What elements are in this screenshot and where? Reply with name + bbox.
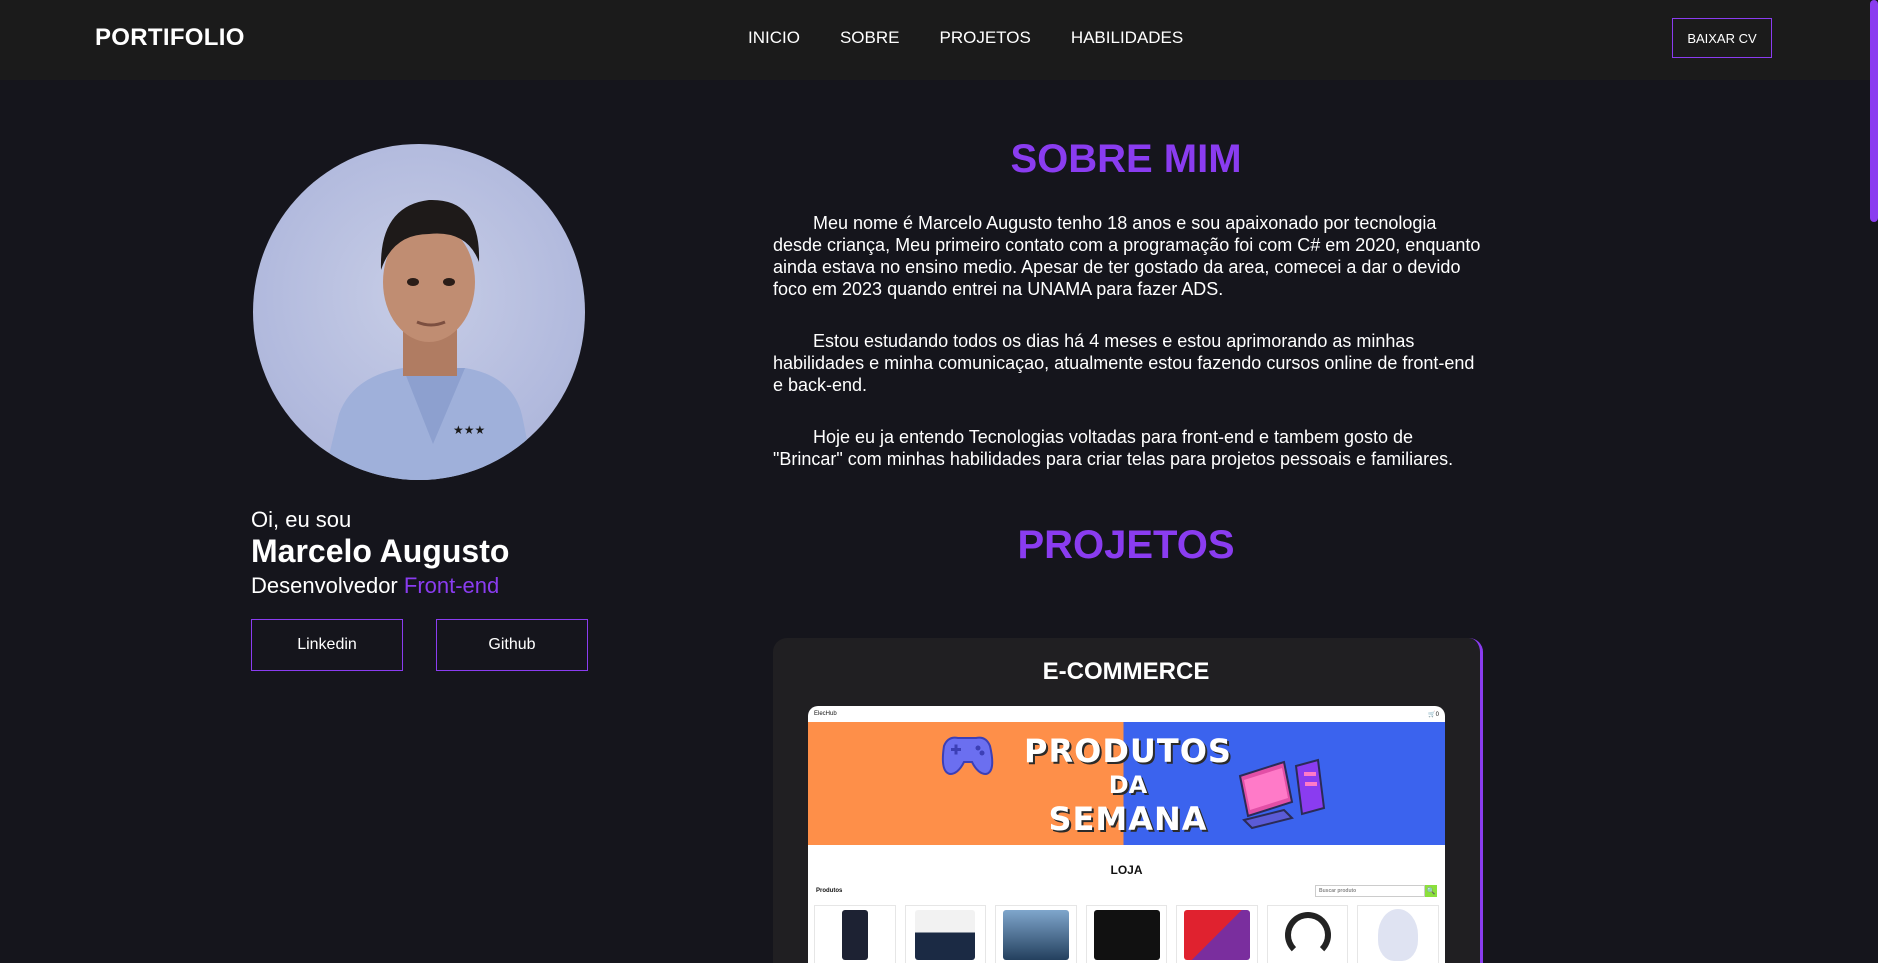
game-cover-thumbnail-icon [995, 905, 1077, 963]
banner-line: PRODUTOS [1024, 732, 1232, 770]
greeting-text: Oi, eu sou [251, 507, 352, 532]
cart-icon: 🛒0 [1428, 711, 1439, 718]
projects-title: PROJETOS [1017, 523, 1235, 567]
person-portrait-icon: ★★★ [323, 199, 535, 480]
preview-search: Buscar produto 🔍 [1315, 885, 1437, 897]
linkedin-button[interactable]: Linkedin [251, 619, 403, 671]
project-card-ecommerce[interactable]: E-COMMERCE ElecHub 🛒0 PRODUTOS DA SEMANA [773, 638, 1483, 963]
about-paragraph: Hoje eu ja entendo Tecnologias voltadas … [773, 427, 1454, 469]
products-bar: Produtos Buscar produto 🔍 [808, 885, 1445, 897]
preview-brand: ElecHub [814, 711, 837, 717]
github-button[interactable]: Github [436, 619, 588, 671]
project-card-title: E-COMMERCE [1042, 658, 1210, 685]
role-accent: Front-end [403, 573, 500, 598]
about-text: Meu nome é Marcelo Augusto tenho 18 anos… [773, 212, 1483, 500]
nav-sobre[interactable]: SOBRE [840, 28, 900, 48]
gamepad-icon [941, 736, 994, 776]
computer-icon [1238, 758, 1326, 830]
about-paragraph: Estou estudando todos os dias há 4 meses… [773, 331, 1475, 395]
profile-role: Desenvolvedor Front-end [251, 573, 499, 599]
scrollbar[interactable] [1870, 0, 1878, 963]
banner-headline: PRODUTOS DA SEMANA [1008, 734, 1248, 836]
nav-habilidades[interactable]: HABILIDADES [1071, 28, 1183, 48]
preview-search-input: Buscar produto [1315, 885, 1425, 897]
download-cv-button[interactable]: BAIXAR CV [1672, 18, 1772, 58]
phone-thumbnail-icon [814, 905, 896, 963]
mouse-thumbnail-icon [1357, 905, 1440, 963]
scrollbar-thumb[interactable] [1870, 0, 1878, 222]
banner-line: SEMANA [1048, 800, 1208, 838]
switch-box-thumbnail-icon [1176, 905, 1258, 963]
console-box-thumbnail-icon [904, 905, 987, 963]
nav-inicio[interactable]: INICIO [748, 28, 800, 48]
profile-photo: ★★★ [253, 144, 585, 480]
about-title: SOBRE MIM [1010, 137, 1242, 181]
store-title: LOJA [1110, 863, 1143, 877]
products-label: Produtos [816, 888, 843, 894]
preview-banner: PRODUTOS DA SEMANA [808, 722, 1445, 845]
nav-projetos[interactable]: PROJETOS [939, 28, 1030, 48]
xbox-box-thumbnail-icon [1085, 905, 1168, 963]
role-prefix: Desenvolvedor [251, 573, 398, 598]
main-nav: INICIO SOBRE PROJETOS HABILIDADES [748, 28, 1183, 48]
about-paragraph: Meu nome é Marcelo Augusto tenho 18 anos… [773, 213, 1481, 299]
top-header: PORTIFOLIO INICIO SOBRE PROJETOS HABILID… [0, 0, 1878, 80]
preview-topbar: ElecHub 🛒0 [808, 706, 1445, 722]
product-thumbnails [808, 897, 1445, 963]
site-logo[interactable]: PORTIFOLIO [95, 24, 245, 52]
profile-name: Marcelo Augusto [251, 533, 510, 569]
banner-line: DA [1108, 771, 1148, 799]
search-icon: 🔍 [1425, 885, 1437, 897]
svg-text:★★★: ★★★ [453, 423, 485, 437]
project-preview-image[interactable]: ElecHub 🛒0 PRODUTOS DA SEMANA LOJA Produ… [808, 706, 1445, 963]
headset-thumbnail-icon [1266, 905, 1349, 963]
